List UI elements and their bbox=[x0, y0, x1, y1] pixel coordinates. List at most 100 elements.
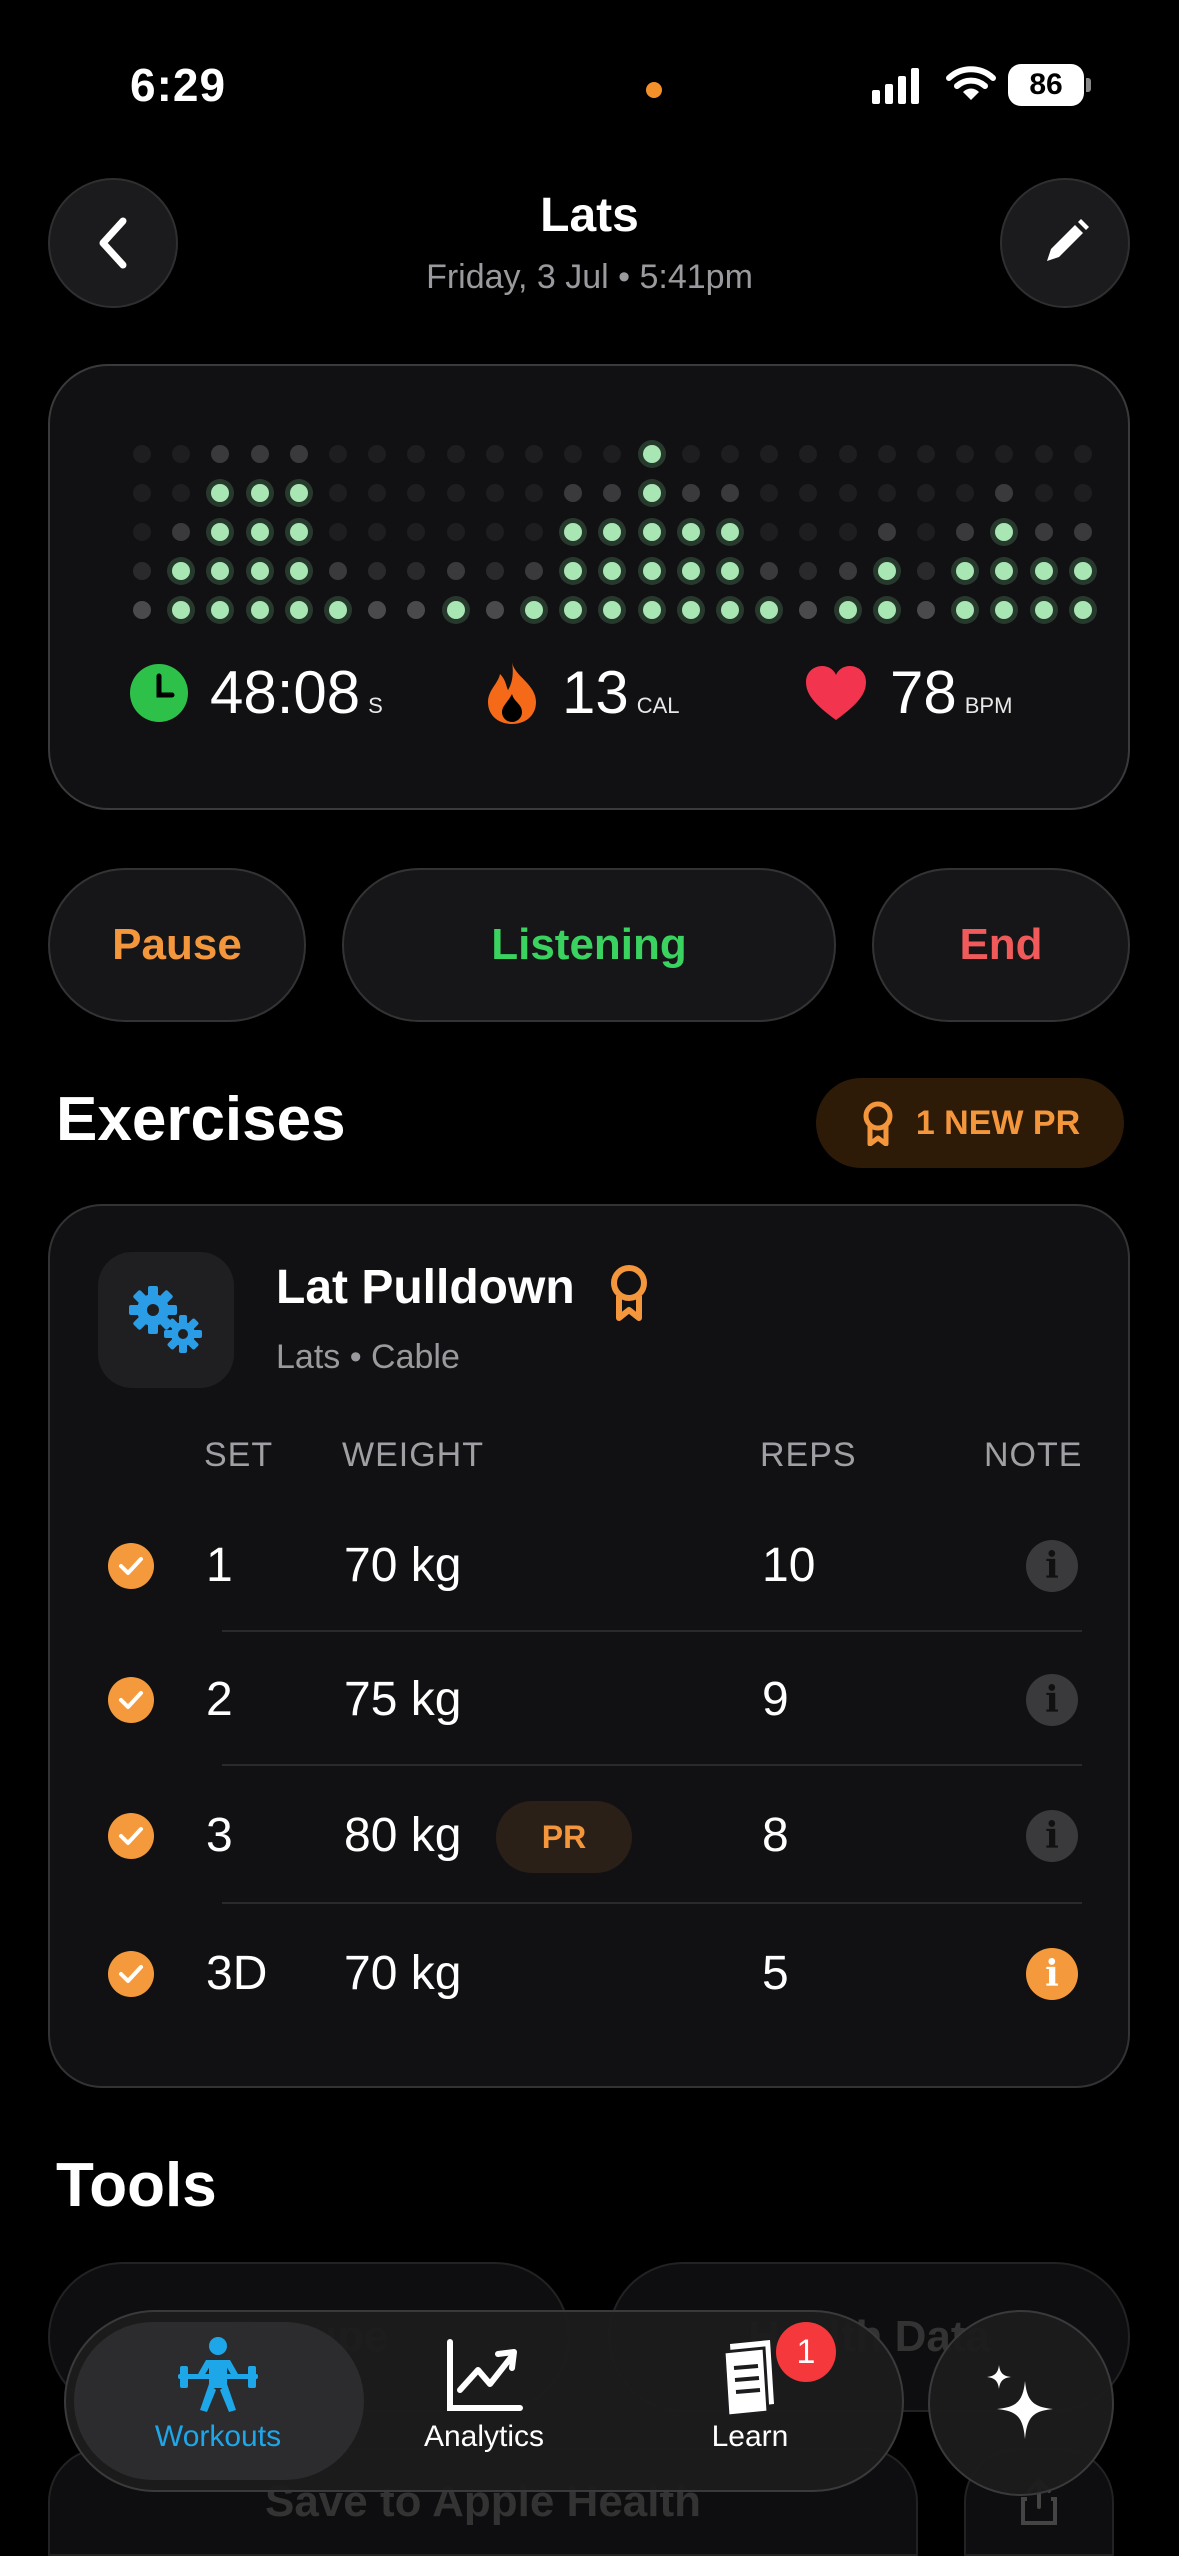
award-icon bbox=[863, 1101, 893, 1146]
activity-dot bbox=[250, 562, 269, 580]
battery-cap bbox=[1086, 78, 1091, 92]
activity-dot bbox=[838, 562, 857, 580]
set-reps[interactable]: 8 bbox=[762, 1808, 789, 1863]
col-header-note: NOTE bbox=[984, 1436, 1083, 1474]
new-pr-badge[interactable]: 1 NEW PR bbox=[816, 1078, 1124, 1168]
activity-dot bbox=[681, 523, 700, 541]
listening-button[interactable]: Listening bbox=[342, 868, 836, 1022]
col-header-weight: WEIGHT bbox=[342, 1436, 484, 1474]
activity-dot bbox=[485, 445, 504, 463]
note-info-icon[interactable]: i bbox=[1026, 1948, 1078, 2000]
activity-dot bbox=[1034, 523, 1053, 541]
activity-dot bbox=[1073, 484, 1092, 502]
activity-dot bbox=[133, 523, 151, 541]
activity-dot bbox=[133, 484, 151, 502]
end-button[interactable]: End bbox=[872, 868, 1130, 1022]
tab-workouts[interactable]: Workouts bbox=[98, 2334, 338, 2454]
activity-dot bbox=[525, 562, 543, 580]
activity-dot bbox=[642, 601, 661, 619]
activity-dot bbox=[917, 445, 935, 463]
activity-dot bbox=[642, 523, 661, 541]
note-info-icon[interactable]: i bbox=[1026, 1810, 1078, 1862]
set-reps[interactable]: 9 bbox=[762, 1672, 789, 1727]
set-weight[interactable]: 70 kg bbox=[344, 1538, 461, 1593]
set-reps[interactable]: 5 bbox=[762, 1946, 789, 2001]
activity-dot bbox=[329, 445, 347, 463]
chart-line-icon bbox=[447, 2339, 523, 2411]
tools-title: Tools bbox=[56, 2151, 217, 2220]
activity-dot bbox=[329, 484, 347, 502]
note-info-icon[interactable]: i bbox=[1026, 1540, 1078, 1592]
activity-dot bbox=[250, 523, 269, 541]
calories-unit: CAL bbox=[636, 693, 680, 718]
completed-check-icon[interactable] bbox=[108, 1677, 154, 1723]
activity-dot bbox=[721, 523, 739, 541]
activity-dot bbox=[917, 484, 935, 502]
activity-dot bbox=[446, 601, 465, 619]
activity-dot bbox=[485, 601, 504, 619]
cellular-signal-icon bbox=[872, 68, 919, 104]
activity-dot bbox=[1073, 562, 1092, 580]
activity-dot bbox=[721, 445, 739, 463]
activity-dot bbox=[250, 445, 269, 463]
activity-dot bbox=[877, 601, 896, 619]
activity-dot bbox=[721, 484, 739, 502]
activity-dot bbox=[877, 445, 896, 463]
new-pr-label: 1 NEW PR bbox=[915, 1103, 1081, 1142]
status-time: 6:29 bbox=[130, 59, 227, 111]
activity-dot bbox=[721, 601, 739, 619]
set-reps[interactable]: 10 bbox=[762, 1538, 815, 1593]
duration-stat: 48:08 S bbox=[128, 658, 383, 727]
completed-check-icon[interactable] bbox=[108, 1543, 154, 1589]
activity-dot bbox=[289, 445, 308, 463]
ai-assistant-button[interactable] bbox=[928, 2310, 1114, 2496]
set-weight[interactable]: 70 kg bbox=[344, 1946, 461, 2001]
completed-check-icon[interactable] bbox=[108, 1813, 154, 1859]
tab-analytics[interactable]: Analytics bbox=[364, 2334, 604, 2454]
activity-dot bbox=[446, 445, 465, 463]
set-weight[interactable]: 75 kg bbox=[344, 1672, 461, 1727]
activity-dot bbox=[877, 523, 896, 541]
exercise-subtitle: Lats • Cable bbox=[276, 1338, 460, 1376]
activity-dot bbox=[250, 601, 269, 619]
heart-rate-value: 78 bbox=[890, 659, 957, 726]
pr-tag: PR bbox=[496, 1801, 632, 1873]
col-header-set: SET bbox=[204, 1436, 274, 1474]
activity-dot bbox=[289, 484, 308, 502]
activity-dot bbox=[446, 484, 465, 502]
activity-dot bbox=[642, 484, 661, 502]
duration-unit: S bbox=[368, 693, 383, 718]
activity-dot bbox=[1073, 523, 1092, 541]
page-subtitle: Friday, 3 Jul • 5:41pm bbox=[426, 258, 753, 296]
activity-dot bbox=[289, 601, 308, 619]
tab-workouts-label: Workouts bbox=[154, 2420, 282, 2453]
pr-award-icon bbox=[606, 1262, 652, 1327]
activity-dot bbox=[525, 445, 543, 463]
note-info-icon[interactable]: i bbox=[1026, 1674, 1078, 1726]
activity-dot bbox=[838, 484, 857, 502]
activity-dot bbox=[329, 601, 347, 619]
activity-dot bbox=[446, 562, 465, 580]
activity-dot bbox=[1073, 445, 1092, 463]
set-number: 3 bbox=[206, 1809, 233, 1862]
clock-icon bbox=[130, 663, 188, 722]
calories-value: 13 bbox=[562, 659, 629, 726]
heart-icon bbox=[806, 665, 866, 720]
activity-dot bbox=[525, 523, 543, 541]
activity-dot bbox=[329, 562, 347, 580]
tab-learn-label: Learn bbox=[711, 2420, 789, 2453]
battery-icon: 86 bbox=[1008, 64, 1084, 106]
activity-dot bbox=[485, 562, 504, 580]
row-divider bbox=[222, 1630, 1082, 1632]
activity-dot bbox=[329, 523, 347, 541]
activity-dot bbox=[133, 601, 151, 619]
set-weight[interactable]: 80 kg bbox=[344, 1808, 461, 1863]
pause-button[interactable]: Pause bbox=[48, 868, 306, 1022]
activity-dot bbox=[289, 562, 308, 580]
activity-dot bbox=[917, 562, 935, 580]
completed-check-icon[interactable] bbox=[108, 1951, 154, 1997]
edit-button[interactable] bbox=[1000, 178, 1130, 308]
activity-dot bbox=[877, 562, 896, 580]
set-number: 1 bbox=[206, 1539, 233, 1592]
activity-dot bbox=[289, 523, 308, 541]
